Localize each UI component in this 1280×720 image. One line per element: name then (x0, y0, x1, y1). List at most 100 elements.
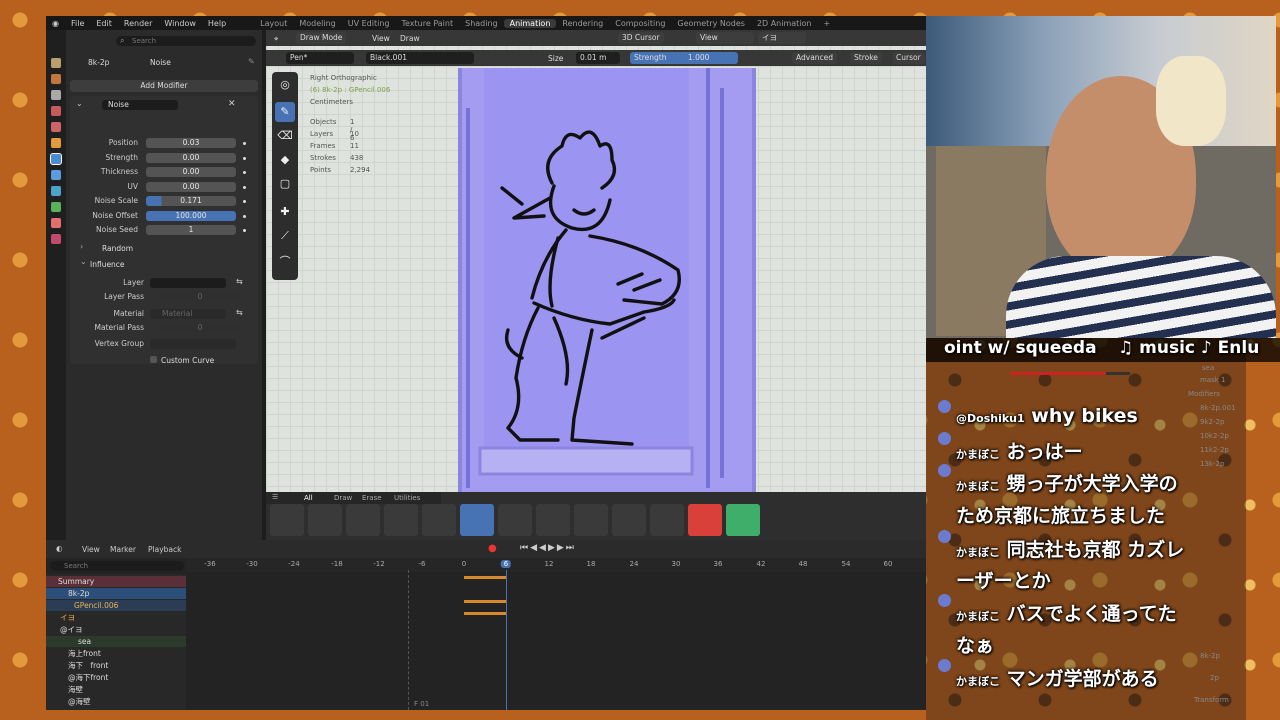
modifier-tab-icon[interactable] (50, 153, 62, 165)
collapse-chevron-icon[interactable]: ⌄ (80, 257, 87, 266)
erase-tool-icon[interactable]: ⌫ (275, 126, 295, 146)
object-tab-icon[interactable] (51, 138, 61, 148)
menu-edit[interactable]: Edit (90, 19, 118, 28)
keyframe-dot-icon[interactable] (243, 215, 246, 218)
drawing-canvas-frame[interactable] (458, 68, 756, 494)
close-icon[interactable]: ✕ (228, 99, 236, 109)
add-modifier-button[interactable]: Add Modifier (70, 80, 258, 92)
invert-arrows-icon[interactable]: ⇆ (236, 277, 243, 286)
data-tab-icon[interactable] (51, 202, 61, 212)
brush-thumbnail[interactable] (650, 504, 684, 536)
keyframe-dot-icon[interactable] (243, 171, 246, 174)
channel-summary[interactable]: Summary (46, 576, 186, 587)
tool-tab-icon[interactable] (51, 58, 61, 68)
menu-file[interactable]: File (65, 19, 90, 28)
channel-layer[interactable]: @海壁 (46, 696, 186, 707)
cutter-tool-icon[interactable]: ▢ (275, 174, 295, 194)
keyframe-dot-icon[interactable] (243, 142, 246, 145)
thickness-field[interactable]: 0.00 (146, 167, 236, 177)
workspace-tab-uv-editing[interactable]: UV Editing (342, 19, 396, 28)
render-tab-icon[interactable] (51, 74, 61, 84)
brush-thumbnail[interactable] (384, 504, 418, 536)
world-tab-icon[interactable] (51, 122, 61, 132)
strength-slider[interactable]: Strength 1.000 (630, 52, 738, 64)
tab-utilities[interactable]: Utilities (394, 494, 420, 502)
select-tool-icon[interactable]: ◎ (275, 75, 295, 95)
brush-thumbnail-active[interactable] (460, 504, 494, 536)
3d-cursor-dropdown[interactable]: 3D Cursor (618, 32, 664, 44)
brush-thumbnail-red[interactable] (688, 504, 722, 536)
physics-tab-icon[interactable] (51, 186, 61, 196)
channel-layer[interactable]: 海下 front (46, 660, 186, 671)
view-dropdown[interactable]: View (696, 32, 754, 44)
brush-thumbnail[interactable] (422, 504, 456, 536)
cursor-dropdown[interactable]: Cursor (892, 52, 925, 64)
brush-selector[interactable]: Pen* (286, 52, 354, 64)
channel-layer[interactable]: 海壁 (46, 684, 186, 695)
playback-controls-icon[interactable]: ⏮◀◀▶▶⏭ (520, 543, 576, 553)
line-tool-icon[interactable]: ⟋ (275, 226, 295, 246)
vertex-group-field[interactable] (150, 339, 236, 349)
layer-field[interactable] (150, 278, 226, 288)
keyframe-dot-icon[interactable] (243, 200, 246, 203)
view-menu[interactable]: View (372, 33, 390, 44)
workspace-tab-rendering[interactable]: Rendering (556, 19, 609, 28)
workspace-tab-shading[interactable]: Shading (459, 19, 504, 28)
material-selector[interactable]: Black.001 (366, 52, 474, 64)
keyframe-dot-icon[interactable] (243, 157, 246, 160)
keyframe-bar[interactable] (464, 612, 506, 615)
brush-thumbnail[interactable] (612, 504, 646, 536)
position-field[interactable]: 0.03 (146, 138, 236, 148)
channel-layer[interactable]: sea (46, 636, 186, 647)
eyedropper-tool-icon[interactable]: ✚ (275, 202, 295, 222)
channel-gpencil[interactable]: GPencil.006 (46, 600, 186, 611)
scene-tab-icon[interactable] (51, 106, 61, 116)
workspace-tab-2d-animation[interactable]: 2D Animation (751, 19, 818, 28)
brush-thumbnail[interactable] (574, 504, 608, 536)
channel-layer[interactable]: イヨ (46, 612, 186, 623)
channel-object[interactable]: 8k-2p (46, 588, 186, 599)
menu-help[interactable]: Help (202, 19, 232, 28)
tab-erase[interactable]: Erase (362, 494, 382, 502)
timeline-view-menu[interactable]: View (82, 545, 100, 554)
keyframe-bar[interactable] (464, 600, 506, 603)
blender-logo-icon[interactable]: ◉ (46, 19, 65, 28)
invert-arrows-icon[interactable]: ⇆ (236, 308, 243, 317)
layer-pass-field[interactable]: 0 (160, 292, 240, 302)
editor-type-icon[interactable]: ◐ (56, 544, 63, 553)
editor-type-icon[interactable]: ⌖ (274, 33, 278, 44)
brush-thumbnail[interactable] (498, 504, 532, 536)
strength-field[interactable]: 0.00 (146, 153, 236, 163)
menu-window[interactable]: Window (158, 19, 202, 28)
mode-dropdown[interactable]: Draw Mode (296, 32, 347, 44)
size-field[interactable]: 0.01 m (576, 52, 620, 64)
texture-tab-icon[interactable] (51, 234, 61, 244)
workspace-tab-animation[interactable]: Animation (503, 18, 557, 28)
playhead-line[interactable] (506, 570, 507, 710)
menu-render[interactable]: Render (118, 19, 158, 28)
tab-all[interactable]: All (304, 494, 313, 502)
brush-thumbnail-green[interactable] (726, 504, 760, 536)
output-tab-icon[interactable] (51, 90, 61, 100)
brush-thumbnail[interactable] (308, 504, 342, 536)
noise-seed-field[interactable]: 1 (146, 225, 236, 235)
expand-chevron-icon[interactable]: › (80, 242, 83, 251)
add-workspace-button[interactable]: + (817, 19, 836, 28)
brush-thumbnail[interactable] (270, 504, 304, 536)
channel-search-input[interactable]: Search (50, 561, 184, 571)
workspace-tab-compositing[interactable]: Compositing (609, 19, 671, 28)
timeline-marker-menu[interactable]: Marker (110, 545, 136, 554)
fill-tool-icon[interactable]: ◆ (275, 150, 295, 170)
tab-draw[interactable]: Draw (334, 494, 352, 502)
menu-lines-icon[interactable]: ☰ (272, 493, 278, 501)
workspace-tab-modeling[interactable]: Modeling (293, 19, 341, 28)
channel-layer[interactable]: @海下front (46, 672, 186, 683)
layer-dropdown[interactable]: イヨ (758, 32, 806, 44)
draw-menu[interactable]: Draw (400, 33, 420, 44)
workspace-tab-texture-paint[interactable]: Texture Paint (395, 19, 459, 28)
stroke-dropdown[interactable]: Stroke (850, 52, 882, 64)
advanced-dropdown[interactable]: Advanced (792, 52, 838, 64)
uv-field[interactable]: 0.00 (146, 182, 236, 192)
collapse-chevron-icon[interactable]: ⌄ (76, 99, 83, 108)
record-icon[interactable]: ● (488, 543, 497, 554)
